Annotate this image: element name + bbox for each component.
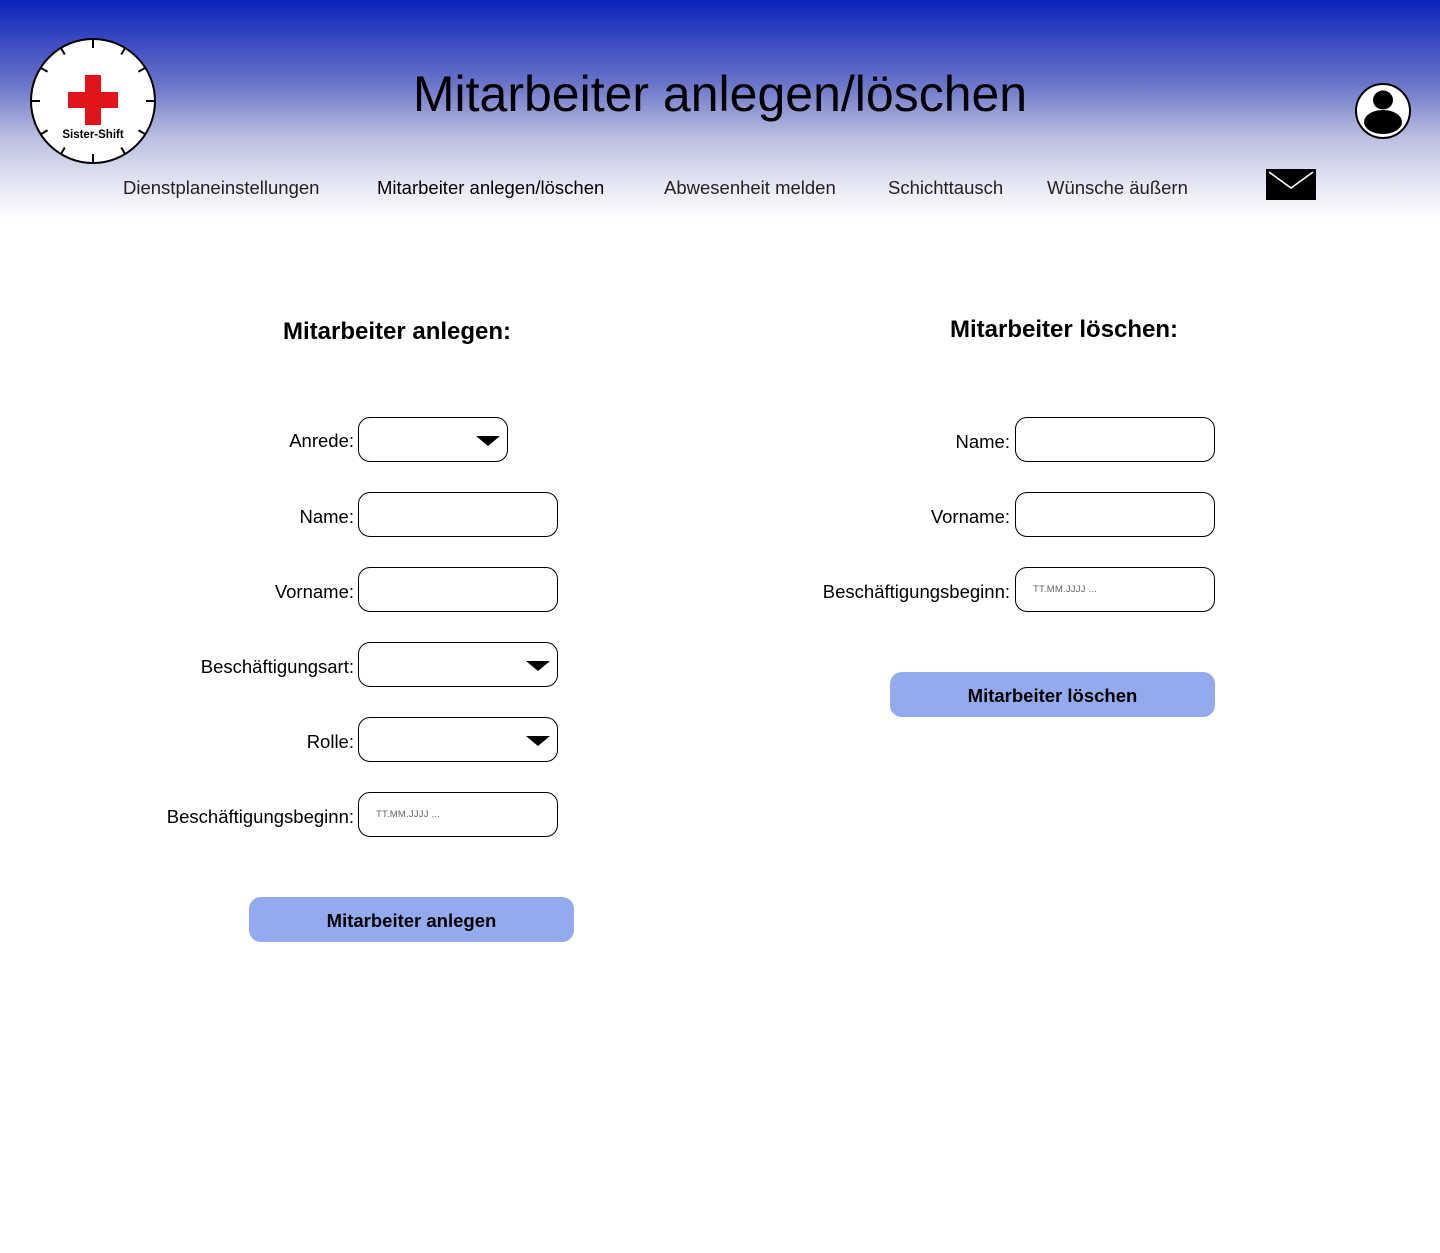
chevron-down-icon bbox=[476, 436, 500, 446]
anrede-select[interactable] bbox=[358, 417, 508, 462]
clock-tick bbox=[146, 100, 154, 102]
delete-beginn-label: Beschäftigungsbeginn: bbox=[822, 581, 1010, 602]
clock-tick bbox=[60, 47, 66, 56]
clock-tick bbox=[60, 146, 66, 155]
rolle-label: Rolle: bbox=[306, 731, 354, 752]
delete-vorname-label: Vorname: bbox=[930, 506, 1010, 527]
mitarbeiter-anlegen-button[interactable]: Mitarbeiter anlegen bbox=[249, 897, 574, 942]
beschaeftigungsart-select[interactable] bbox=[358, 642, 558, 687]
clock-tick bbox=[40, 67, 49, 73]
mail-icon[interactable] bbox=[1266, 169, 1316, 200]
nav-item-abwesenheit-melden[interactable]: Abwesenheit melden bbox=[664, 176, 836, 200]
nav-item-wuensche-aeussern[interactable]: Wünsche äußern bbox=[1047, 176, 1188, 200]
create-beginn-placeholder: TT.MM.JJJJ ... bbox=[376, 809, 441, 820]
delete-beginn-placeholder: TT.MM.JJJJ ... bbox=[1033, 584, 1098, 595]
create-vorname-label: Vorname: bbox=[274, 581, 354, 602]
chevron-down-icon bbox=[526, 736, 550, 746]
logo-text: Sister-Shift bbox=[62, 129, 124, 141]
beschaeftigungsart-label: Beschäftigungsart: bbox=[200, 656, 354, 677]
create-name-input[interactable] bbox=[358, 492, 558, 537]
create-beginn-input[interactable]: TT.MM.JJJJ ... bbox=[358, 792, 558, 837]
create-vorname-input[interactable] bbox=[358, 567, 558, 612]
nav-item-dienstplaneinstellungen[interactable]: Dienstplaneinstellungen bbox=[123, 176, 319, 200]
delete-vorname-input[interactable] bbox=[1015, 492, 1215, 537]
red-cross-icon bbox=[68, 92, 118, 108]
clock-tick bbox=[92, 40, 94, 48]
user-avatar-icon-svg bbox=[1364, 90, 1402, 134]
anrede-label: Anrede: bbox=[289, 430, 354, 451]
clock-tick bbox=[32, 100, 40, 102]
nav-item-mitarbeiter-anlegen-loeschen[interactable]: Mitarbeiter anlegen/löschen bbox=[377, 176, 604, 200]
clock-tick bbox=[137, 67, 146, 73]
nav-item-schichttausch[interactable]: Schichttausch bbox=[888, 176, 1003, 200]
delete-name-label: Name: bbox=[955, 431, 1011, 452]
mail-icon-svg bbox=[1266, 169, 1316, 200]
create-beginn-label: Beschäftigungsbeginn: bbox=[166, 806, 354, 827]
rolle-select[interactable] bbox=[358, 717, 558, 762]
clock-tick bbox=[120, 47, 126, 56]
create-section-title: Mitarbeiter anlegen: bbox=[283, 318, 512, 345]
mitarbeiter-loeschen-button[interactable]: Mitarbeiter löschen bbox=[890, 672, 1215, 717]
delete-name-input[interactable] bbox=[1015, 417, 1215, 462]
clock-tick bbox=[92, 154, 94, 162]
clock-tick bbox=[120, 146, 126, 155]
user-avatar-icon[interactable] bbox=[1355, 83, 1411, 139]
sister-shift-logo[interactable]: Sister-Shift bbox=[30, 38, 156, 164]
delete-beginn-input[interactable]: TT.MM.JJJJ ... bbox=[1015, 567, 1215, 612]
page-title: Mitarbeiter anlegen/löschen bbox=[412, 66, 1028, 122]
chevron-down-icon bbox=[526, 661, 550, 671]
create-name-label: Name: bbox=[299, 506, 355, 527]
delete-section-title: Mitarbeiter löschen: bbox=[950, 316, 1179, 343]
